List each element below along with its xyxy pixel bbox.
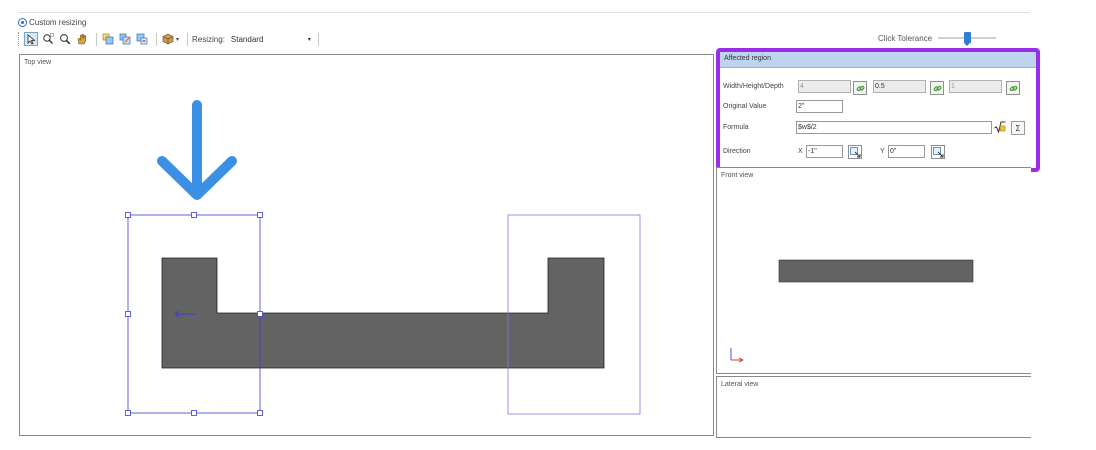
select-pointer-button[interactable] (24, 32, 38, 46)
link-icon (933, 85, 941, 91)
resize-handle[interactable] (125, 311, 131, 317)
resizing-select-value: Standard (230, 34, 264, 44)
direction-label: Direction (723, 148, 751, 155)
direction-x-field[interactable]: -1" (806, 145, 843, 158)
u-shaped-part[interactable] (161, 257, 605, 369)
view-cube-button[interactable] (161, 32, 175, 46)
pick-direction-icon (932, 146, 943, 157)
zoom-button[interactable] (58, 32, 72, 46)
resize-handle[interactable] (257, 212, 263, 218)
remove-region-icon (136, 33, 148, 45)
square-root-icon (994, 121, 1006, 133)
pick-direction-x-button[interactable] (848, 145, 862, 159)
toolbar-separator (156, 32, 157, 46)
resize-handle[interactable] (257, 410, 263, 416)
toolbar-separator (187, 32, 189, 46)
width-height-depth-label: Width/Height/Depth (723, 83, 784, 90)
chevron-down-icon: ▾ (307, 36, 311, 43)
width-field[interactable]: 4 (798, 80, 851, 93)
axis-triad-icon (730, 348, 744, 363)
remove-region-button[interactable] (135, 32, 149, 46)
magnifier-icon (60, 34, 71, 45)
lateral-view-panel[interactable]: Lateral view (716, 376, 1031, 438)
affected-region-title: Affected region (724, 55, 771, 62)
affected-region-header: Affected region (720, 52, 1036, 68)
hand-icon (77, 34, 87, 45)
edit-region-icon (119, 33, 131, 45)
link-width-button[interactable] (853, 81, 867, 95)
direction-y-field[interactable]: 0" (888, 145, 925, 158)
resize-handle[interactable] (257, 311, 263, 317)
link-height-button[interactable] (930, 81, 944, 95)
zoom-window-icon (43, 33, 54, 44)
resize-handle[interactable] (125, 410, 131, 416)
top-view-canvas[interactable] (20, 55, 713, 435)
add-region-button[interactable] (101, 32, 115, 46)
click-tolerance-slider-thumb[interactable] (964, 32, 971, 46)
front-view-canvas[interactable] (717, 168, 1031, 373)
resize-handle[interactable] (191, 212, 197, 218)
pan-button[interactable] (75, 32, 89, 46)
add-region-icon (102, 33, 114, 45)
custom-resizing-radio[interactable] (18, 18, 27, 27)
direction-x-label: X (798, 148, 803, 155)
click-tolerance-label: Click Tolerance (878, 34, 933, 43)
formula-field[interactable]: $w$/2 (796, 121, 992, 134)
arrow-down-icon (157, 100, 237, 200)
pick-direction-y-button[interactable] (931, 145, 945, 159)
resizing-select[interactable]: Standard ▾ (230, 33, 314, 46)
resizing-label: Resizing: (192, 34, 225, 44)
sum-button[interactable]: Σ (1011, 121, 1025, 135)
toolbar-grip[interactable] (18, 32, 21, 46)
link-icon (1009, 85, 1017, 91)
affected-region-panel: Affected region Width/Height/Depth 4 0.5… (716, 48, 1040, 172)
header-divider (18, 12, 1030, 13)
original-value-label: Original Value (723, 103, 767, 110)
toolbar-separator (317, 32, 319, 46)
toolbar-separator (96, 32, 97, 46)
resize-handle[interactable] (191, 410, 197, 416)
depth-field[interactable]: 1 (949, 80, 1002, 93)
original-value-field[interactable]: 2" (796, 100, 843, 113)
height-field[interactable]: 0.5 (873, 80, 926, 93)
formula-label: Formula (723, 124, 749, 131)
front-view-panel[interactable]: Front view (716, 167, 1031, 374)
link-icon (856, 85, 864, 91)
chevron-down-icon[interactable]: ▾ (176, 36, 179, 43)
front-view-part[interactable] (778, 259, 974, 283)
resize-handle[interactable] (125, 212, 131, 218)
zoom-window-button[interactable] (41, 32, 55, 46)
top-view-panel[interactable]: Top view (19, 54, 714, 436)
custom-resizing-label: Custom resizing (29, 18, 87, 27)
direction-y-label: Y (880, 148, 885, 155)
link-depth-button[interactable] (1006, 81, 1020, 95)
edit-region-button[interactable] (118, 32, 132, 46)
cube-icon (162, 33, 174, 45)
pick-direction-icon (849, 146, 860, 157)
cursor-icon (27, 33, 36, 45)
lateral-view-title: Lateral view (721, 381, 759, 388)
formula-editor-button[interactable] (994, 121, 1006, 133)
